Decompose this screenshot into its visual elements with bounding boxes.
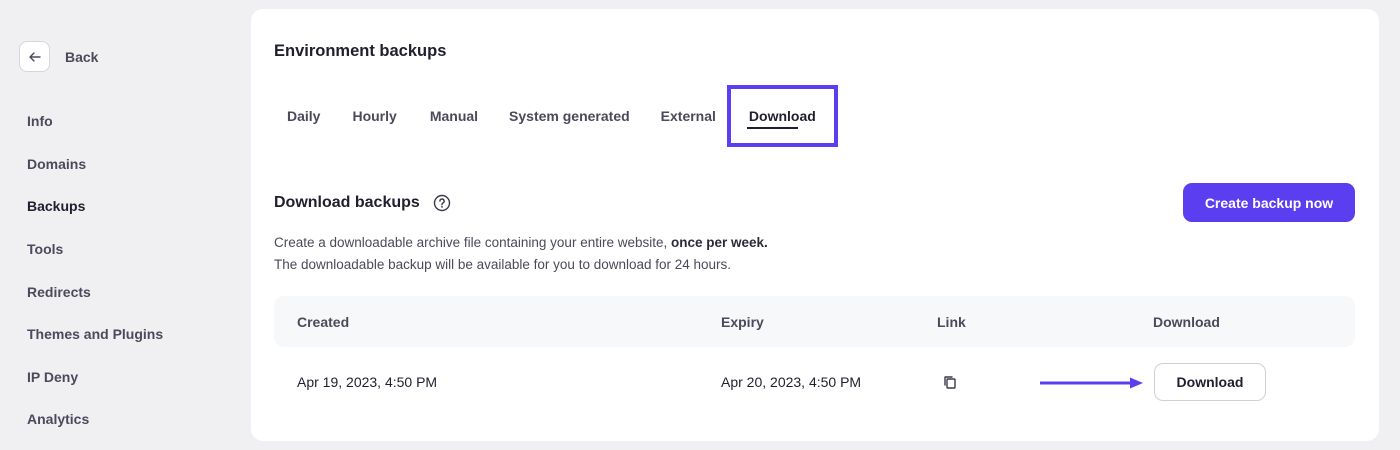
tab-system-generated[interactable]: System generated [494, 85, 645, 147]
sidebar-item-label: IP Deny [27, 368, 79, 385]
description-line-2: The downloadable backup will be availabl… [274, 257, 732, 272]
section-title: Download backups [274, 194, 451, 212]
create-backup-now-button[interactable]: Create backup now [1183, 183, 1355, 222]
arrow-right-icon [1040, 377, 1143, 389]
tab-external[interactable]: External [645, 85, 727, 147]
page-title: Environment backups [274, 42, 447, 60]
sidebar-nav: Info Domains Backups Tools Redirects The… [0, 100, 250, 441]
table-header: Created Expiry Link Download [274, 296, 1355, 347]
tab-daily[interactable]: Daily [273, 85, 334, 147]
back-label: Back [65, 48, 99, 65]
column-header-link: Link [937, 313, 966, 330]
arrow-left-icon [28, 51, 41, 62]
tab-label: External [660, 108, 716, 124]
column-header-download: Download [1153, 313, 1220, 330]
description: Create a downloadable archive file conta… [274, 232, 768, 276]
copy-icon[interactable] [943, 375, 957, 389]
description-line-1: Create a downloadable archive file conta… [274, 232, 768, 254]
sidebar-item-domains[interactable]: Domains [0, 143, 250, 186]
tab-hourly[interactable]: Hourly [334, 85, 413, 147]
sidebar-item-label: Backups [27, 198, 86, 215]
tab-manual[interactable]: Manual [414, 85, 494, 147]
section-title-text: Download backups [274, 194, 420, 211]
main-card: Environment backups Daily Hourly Manual … [251, 9, 1379, 441]
sidebar-item-label: Info [27, 113, 53, 130]
tab-label: Manual [429, 108, 479, 124]
sidebar-item-ip-deny[interactable]: IP Deny [0, 356, 250, 399]
tab-label: Hourly [352, 108, 397, 124]
sidebar-item-label: Analytics [27, 411, 90, 428]
tab-label: System generated [509, 108, 630, 124]
sidebar-item-themes-and-plugins[interactable]: Themes and Plugins [0, 313, 250, 356]
download-button[interactable]: Download [1154, 363, 1266, 401]
tab-label: Daily [287, 108, 321, 124]
sidebar-item-label: Tools [27, 241, 64, 258]
sidebar-item-label: Redirects [27, 283, 91, 300]
back-circle[interactable] [19, 41, 50, 72]
question-circle-icon[interactable] [433, 194, 451, 212]
row-expiry: Apr 20, 2023, 4:50 PM [721, 374, 862, 390]
sidebar: Back Info Domains Backups Tools Redirect… [0, 0, 250, 450]
description-line-1-bold: once per week. [670, 235, 768, 250]
sidebar-item-tools[interactable]: Tools [0, 228, 250, 271]
tab-download[interactable]: Download [726, 85, 838, 147]
sidebar-item-backups[interactable]: Backups [0, 185, 250, 228]
column-header-expiry: Expiry [721, 313, 764, 330]
active-tab-underline [746, 127, 798, 129]
sidebar-item-label: Themes and Plugins [27, 326, 164, 343]
tab-label: Download [748, 108, 816, 124]
row-created: Apr 19, 2023, 4:50 PM [297, 374, 438, 390]
back-button[interactable]: Back [19, 41, 98, 72]
backup-tabs: Daily Hourly Manual System generated Ext… [273, 85, 838, 147]
sidebar-item-analytics[interactable]: Analytics [0, 398, 250, 441]
description-line-1-text: Create a downloadable archive file conta… [274, 235, 671, 250]
sidebar-item-redirects[interactable]: Redirects [0, 270, 250, 313]
column-header-created: Created [297, 313, 350, 330]
sidebar-item-label: Domains [27, 155, 87, 172]
sidebar-item-info[interactable]: Info [0, 100, 250, 143]
